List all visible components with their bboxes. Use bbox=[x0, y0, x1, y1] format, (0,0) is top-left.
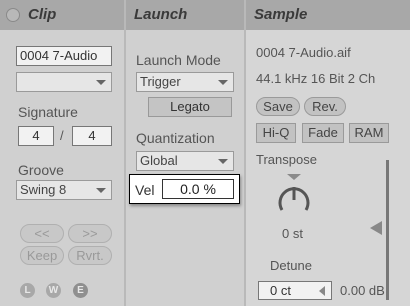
chevron-down-icon bbox=[96, 80, 106, 85]
launch-mode-label: Launch Mode bbox=[136, 52, 221, 68]
velocity-field[interactable]: 0.0 % bbox=[162, 179, 234, 199]
rev-button[interactable]: Rev. bbox=[304, 97, 346, 116]
groove-value: Swing 8 bbox=[20, 182, 67, 197]
velocity-label: Vel bbox=[135, 182, 155, 198]
nudge-back-button[interactable]: << bbox=[20, 224, 64, 243]
sample-title: Sample bbox=[254, 6, 308, 23]
gain-slider-handle[interactable] bbox=[370, 221, 382, 235]
envelope-e-icon[interactable]: E bbox=[73, 283, 88, 298]
transpose-label: Transpose bbox=[256, 152, 317, 167]
legato-button[interactable]: Legato bbox=[148, 97, 232, 117]
signature-separator: / bbox=[60, 128, 64, 143]
loop-brace-l-icon[interactable]: L bbox=[20, 283, 35, 298]
groove-label: Groove bbox=[18, 162, 64, 178]
clip-panel: Clip 0004 7-Audio Signature 4 / 4 Groove… bbox=[0, 0, 124, 306]
detune-field[interactable]: 0 ct bbox=[258, 281, 332, 300]
clip-header: Clip bbox=[0, 0, 124, 30]
velocity-control[interactable]: Vel 0.0 % bbox=[129, 174, 240, 204]
gain-value: 0.00 dB bbox=[340, 283, 385, 298]
launch-mode-select[interactable]: Trigger bbox=[136, 72, 234, 92]
sample-info: 44.1 kHz 16 Bit 2 Ch bbox=[256, 71, 376, 86]
sample-header: Sample bbox=[246, 0, 410, 30]
keep-button[interactable]: Keep bbox=[20, 246, 64, 265]
hiq-button[interactable]: Hi-Q bbox=[256, 123, 296, 143]
nudge-forward-button[interactable]: >> bbox=[68, 224, 112, 243]
fade-button[interactable]: Fade bbox=[302, 123, 344, 143]
ram-button[interactable]: RAM bbox=[349, 123, 389, 143]
launch-header: Launch bbox=[126, 0, 244, 30]
arrow-left-icon bbox=[319, 286, 325, 296]
revert-button[interactable]: Rvrt. bbox=[68, 246, 112, 265]
quantization-label: Quantization bbox=[136, 130, 215, 146]
groove-select[interactable]: Swing 8 bbox=[16, 180, 112, 200]
save-button[interactable]: Save bbox=[256, 97, 300, 116]
chevron-down-icon bbox=[218, 80, 228, 85]
launch-mode-value: Trigger bbox=[140, 74, 181, 89]
sample-panel: Sample 0004 7-Audio.aif 44.1 kHz 16 Bit … bbox=[246, 0, 410, 306]
signature-label: Signature bbox=[18, 104, 78, 120]
detune-label: Detune bbox=[270, 258, 312, 273]
sample-file-name: 0004 7-Audio.aif bbox=[256, 45, 351, 60]
quantization-select[interactable]: Global bbox=[136, 151, 234, 171]
quantization-value: Global bbox=[140, 153, 178, 168]
clip-title: Clip bbox=[28, 6, 57, 23]
chevron-down-icon bbox=[96, 188, 106, 193]
clip-activator-icon[interactable] bbox=[6, 8, 20, 22]
detune-value: 0 ct bbox=[270, 283, 291, 298]
signature-denominator[interactable]: 4 bbox=[72, 126, 112, 146]
launch-title: Launch bbox=[134, 6, 188, 23]
transpose-value: 0 st bbox=[282, 226, 303, 241]
clip-name-field[interactable]: 0004 7-Audio bbox=[16, 46, 112, 66]
chevron-down-icon bbox=[218, 159, 228, 164]
transpose-knob[interactable] bbox=[274, 170, 314, 220]
launch-panel: Launch Launch Mode Trigger Legato Quanti… bbox=[126, 0, 244, 306]
warp-icon[interactable]: W bbox=[46, 283, 61, 298]
gain-slider-track[interactable] bbox=[386, 160, 389, 300]
signature-numerator[interactable]: 4 bbox=[18, 126, 54, 146]
